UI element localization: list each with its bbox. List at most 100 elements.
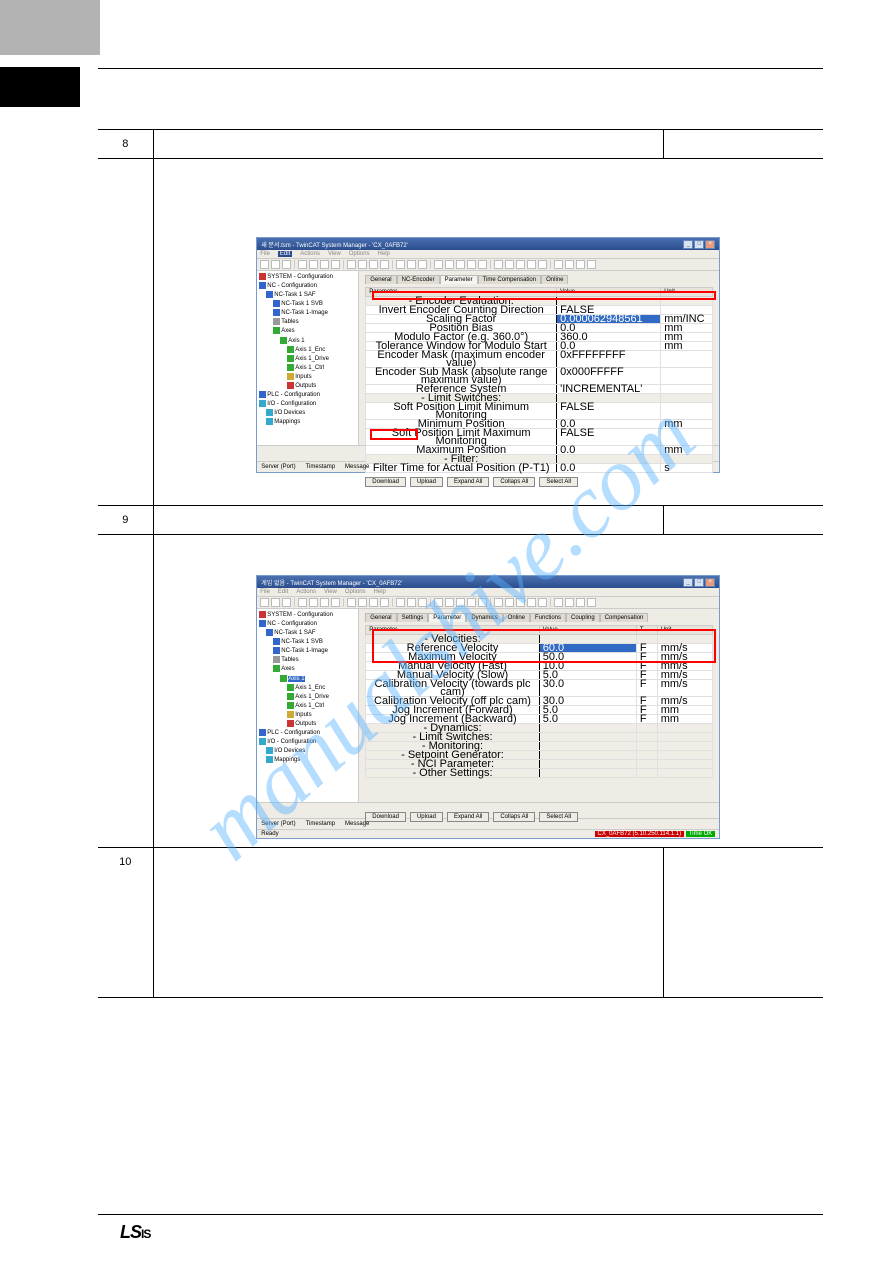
toolbar-icon[interactable] — [434, 260, 443, 269]
param-row[interactable]: Jog Increment (Backward)5.0Fmm — [366, 715, 713, 724]
tree-node[interactable]: Axis 1_Ctrl — [259, 702, 356, 711]
toolbar-icon[interactable] — [445, 598, 454, 607]
toolbar-icon[interactable] — [565, 598, 574, 607]
toolbar-icon[interactable] — [358, 598, 367, 607]
menu-item[interactable]: View — [328, 251, 341, 257]
menu-item[interactable]: Help — [378, 251, 390, 257]
toolbar-icon[interactable] — [347, 598, 356, 607]
toolbar-icon[interactable] — [538, 598, 547, 607]
toolbar-icon[interactable] — [369, 260, 378, 269]
tree-node[interactable]: SYSTEM - Configuration — [259, 273, 356, 282]
toolbar-icon[interactable] — [587, 260, 596, 269]
tab[interactable]: Online — [541, 275, 568, 284]
tree-node[interactable]: Axes — [259, 665, 356, 674]
toolbar-icon[interactable] — [587, 598, 596, 607]
toolbar-icon[interactable] — [260, 260, 269, 269]
tab[interactable]: Parameter — [440, 275, 478, 284]
tree-node[interactable]: Mappings — [259, 418, 356, 427]
menu-item[interactable]: Actions — [296, 589, 316, 595]
menu-item[interactable]: Edit — [278, 589, 288, 595]
tree-node[interactable]: I/O - Configuration — [259, 400, 356, 409]
toolbar-icon[interactable] — [554, 260, 563, 269]
tab[interactable]: General — [365, 613, 396, 622]
menu-item[interactable]: File — [260, 251, 270, 257]
toolbar-icon[interactable] — [418, 260, 427, 269]
param-row[interactable]: Soft Position Limit Minimum MonitoringFA… — [366, 403, 713, 420]
menu-item[interactable]: Edit — [278, 251, 292, 257]
param-row[interactable]: Soft Position Limit Maximum MonitoringFA… — [366, 429, 713, 446]
s1-tabs[interactable]: GeneralNC-EncoderParameterTime Compensat… — [365, 275, 713, 284]
tree-node[interactable]: NC - Configuration — [259, 620, 356, 629]
tree-node[interactable]: Tables — [259, 318, 356, 327]
toolbar-icon[interactable] — [467, 260, 476, 269]
toolbar-icon[interactable] — [380, 598, 389, 607]
toolbar-icon[interactable] — [576, 260, 585, 269]
toolbar-icon[interactable] — [271, 260, 280, 269]
toolbar-icon[interactable] — [576, 598, 585, 607]
toolbar-icon[interactable] — [456, 598, 465, 607]
panel-button[interactable]: Select All — [539, 812, 578, 822]
toolbar-icon[interactable] — [467, 598, 476, 607]
tab[interactable]: Dynamics — [466, 613, 502, 622]
tree-node[interactable]: PLC - Configuration — [259, 729, 356, 738]
tree-node[interactable]: I/O Devices — [259, 747, 356, 756]
tab[interactable]: General — [365, 275, 396, 284]
menu-item[interactable]: File — [260, 589, 270, 595]
toolbar-icon[interactable] — [418, 598, 427, 607]
s2-tree[interactable]: SYSTEM - ConfigurationNC - Configuration… — [257, 609, 359, 802]
toolbar-icon[interactable] — [320, 260, 329, 269]
tab[interactable]: Time Compensation — [478, 275, 541, 284]
tree-node[interactable]: SYSTEM - Configuration — [259, 611, 356, 620]
toolbar-icon[interactable] — [538, 260, 547, 269]
tree-node[interactable]: Axis 1_Enc — [259, 346, 356, 355]
tree-node[interactable]: Mappings — [259, 756, 356, 765]
tree-node[interactable]: Tables — [259, 656, 356, 665]
tab[interactable]: Online — [503, 613, 530, 622]
param-row[interactable]: Filter Time for Actual Position (P-T1)0.… — [366, 464, 713, 473]
param-row[interactable]: - Limit Switches: — [366, 733, 713, 742]
toolbar-icon[interactable] — [260, 598, 269, 607]
param-row[interactable]: Encoder Mask (maximum encoder value)0xFF… — [366, 351, 713, 368]
tree-node[interactable]: NC-Task 1 SVB — [259, 300, 356, 309]
tab[interactable]: Functions — [530, 613, 566, 622]
toolbar-icon[interactable] — [494, 598, 503, 607]
tab[interactable]: Coupling — [566, 613, 600, 622]
toolbar-icon[interactable] — [554, 598, 563, 607]
tree-node[interactable]: Axis 1_Drive — [259, 693, 356, 702]
toolbar-icon[interactable] — [331, 260, 340, 269]
minimize-icon[interactable]: _ — [683, 578, 693, 587]
tree-node[interactable]: PLC - Configuration — [259, 391, 356, 400]
tree-node[interactable]: Outputs — [259, 720, 356, 729]
tree-node[interactable]: NC-Task 1-Image — [259, 309, 356, 318]
toolbar-icon[interactable] — [445, 260, 454, 269]
tree-node[interactable]: NC-Task 1-Image — [259, 647, 356, 656]
param-row[interactable]: Maximum Position0.0mm — [366, 446, 713, 455]
toolbar-icon[interactable] — [282, 260, 291, 269]
toolbar-icon[interactable] — [309, 598, 318, 607]
toolbar-icon[interactable] — [527, 260, 536, 269]
tree-node[interactable]: Axis 1 — [259, 337, 356, 346]
toolbar-icon[interactable] — [298, 260, 307, 269]
param-row[interactable]: Encoder Sub Mask (absolute range maximum… — [366, 368, 713, 385]
tab[interactable]: NC-Encoder — [397, 275, 440, 284]
toolbar-icon[interactable] — [396, 598, 405, 607]
toolbar-icon[interactable] — [505, 598, 514, 607]
menu-item[interactable]: Help — [374, 589, 386, 595]
s1-tree[interactable]: SYSTEM - ConfigurationNC - Configuration… — [257, 271, 359, 445]
tree-node[interactable]: Axis 1_Drive — [259, 355, 356, 364]
s2-tabs[interactable]: GeneralSettingsParameterDynamicsOnlineFu… — [365, 613, 713, 622]
toolbar-icon[interactable] — [505, 260, 514, 269]
toolbar-icon[interactable] — [407, 260, 416, 269]
toolbar-icon[interactable] — [298, 598, 307, 607]
toolbar-icon[interactable] — [494, 260, 503, 269]
close-icon[interactable]: × — [705, 578, 715, 587]
toolbar-icon[interactable] — [331, 598, 340, 607]
toolbar-icon[interactable] — [282, 598, 291, 607]
tab[interactable]: Settings — [397, 613, 429, 622]
menu-item[interactable]: Options — [345, 589, 366, 595]
toolbar-icon[interactable] — [369, 598, 378, 607]
panel-button[interactable]: Expand All — [447, 812, 489, 822]
tree-node[interactable]: I/O - Configuration — [259, 738, 356, 747]
tree-node[interactable]: Outputs — [259, 382, 356, 391]
toolbar-icon[interactable] — [347, 260, 356, 269]
